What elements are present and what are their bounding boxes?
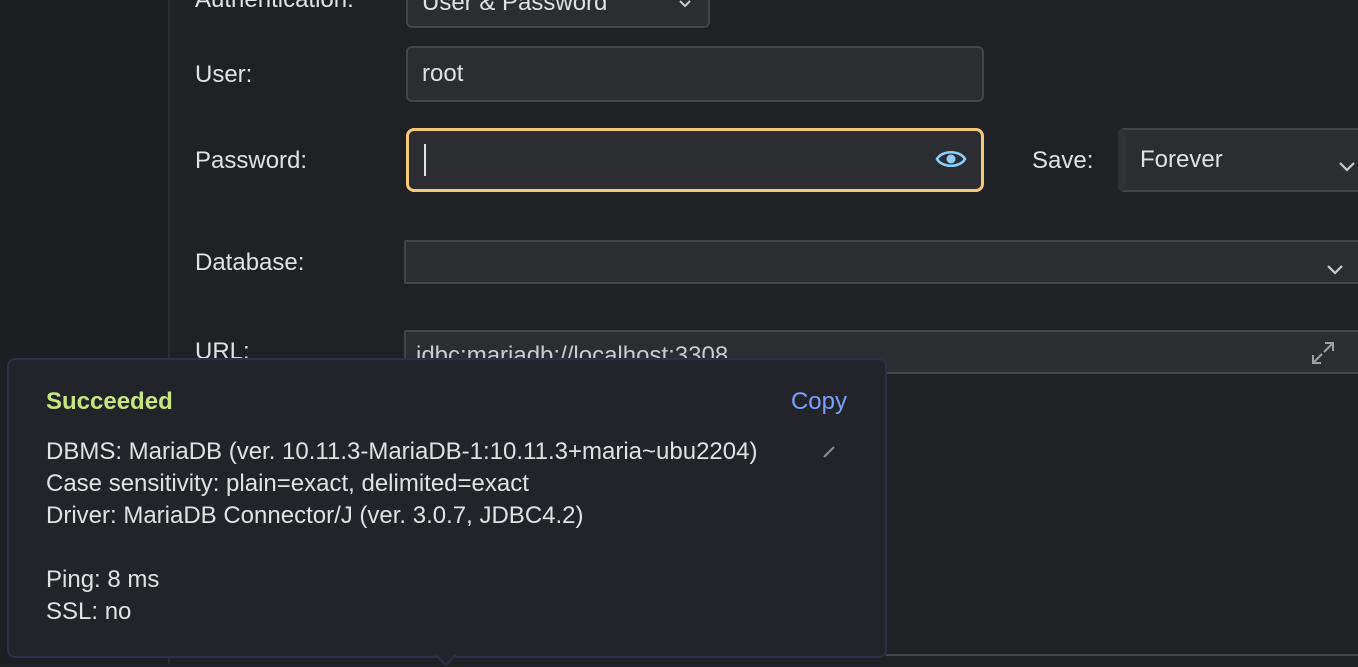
text-caret <box>424 144 426 176</box>
result-details: DBMS: MariaDB (ver. 10.11.3-MariaDB-1:10… <box>46 436 757 628</box>
expand-icon[interactable] <box>1310 340 1336 372</box>
database-label: Database: <box>195 249 305 276</box>
save-label: Save: <box>1032 147 1094 174</box>
driver-line: Driver: MariaDB Connector/J (ver. 3.0.7,… <box>46 502 584 529</box>
chevron-down-icon <box>1326 255 1344 282</box>
pencil-icon <box>821 444 837 465</box>
connection-result-popup: Succeeded Copy DBMS: MariaDB (ver. 10.11… <box>7 358 887 658</box>
password-input[interactable] <box>406 128 984 192</box>
save-select[interactable]: Forever <box>1118 128 1358 192</box>
popup-pointer <box>436 655 456 667</box>
user-input[interactable]: root <box>406 46 984 102</box>
chevron-down-icon <box>1338 152 1356 180</box>
copy-link[interactable]: Copy <box>791 388 847 416</box>
chevron-down-icon <box>678 0 692 16</box>
ping-line: Ping: 8 ms <box>46 566 160 593</box>
panel-border <box>886 654 1358 656</box>
user-value: root <box>422 60 464 87</box>
case-sensitivity-line: Case sensitivity: plain=exact, delimited… <box>46 470 529 497</box>
save-value: Forever <box>1140 146 1223 173</box>
password-label: Password: <box>195 147 308 174</box>
user-label: User: <box>195 61 253 88</box>
dbms-line: DBMS: MariaDB (ver. 10.11.3-MariaDB-1:10… <box>46 438 758 465</box>
database-select[interactable] <box>404 240 1358 284</box>
eye-icon[interactable] <box>935 145 967 180</box>
ssl-line: SSL: no <box>46 598 132 625</box>
authentication-select[interactable]: User & Password <box>406 0 710 28</box>
authentication-label: Authentication: <box>195 0 354 14</box>
authentication-value: User & Password <box>422 0 608 16</box>
result-status: Succeeded <box>46 388 173 415</box>
